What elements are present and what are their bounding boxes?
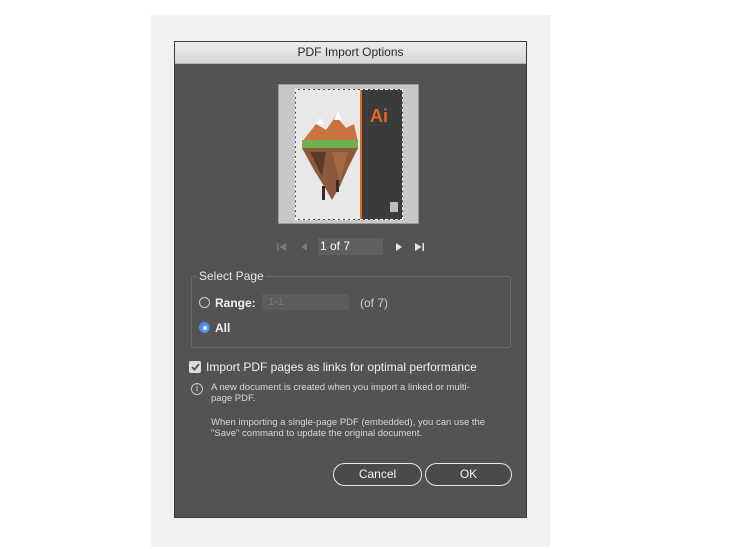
info-text-line4: "Save" command to update the original do… [211,428,423,439]
range-of-label: (of 7) [360,296,389,310]
preview-artwork: Ai [296,90,402,219]
last-page-icon [415,243,424,251]
info-text-line3: When importing a single-page PDF (embedd… [211,417,486,428]
first-page-icon [277,243,286,251]
info-text-line1: A new document is created when you impor… [211,382,470,393]
import-links-checkbox[interactable] [189,361,201,373]
pdf-import-dialog: PDF Import Options Ai 1 of 7 Select Page… [175,42,526,517]
dialog-titlebar: PDF Import Options [175,42,526,64]
range-radio[interactable] [199,297,210,308]
previous-page-icon [301,243,307,251]
preview-ai-logo: Ai [370,106,388,126]
preview-page-thumbnail: Ai [295,89,403,220]
import-links-label: Import PDF pages as links for optimal pe… [206,360,477,374]
next-page-icon [396,243,402,251]
dialog-title: PDF Import Options [297,45,404,59]
checkmark-icon [190,363,200,371]
page-number-field[interactable]: 1 of 7 [318,238,383,255]
first-page-button[interactable] [275,238,289,256]
info-text-line2: page PDF. [211,393,256,404]
ok-button[interactable]: OK [425,463,512,486]
range-input[interactable]: 1-1 [262,294,349,310]
all-radio[interactable] [199,322,210,333]
next-page-button[interactable] [392,238,406,256]
last-page-button[interactable] [412,238,426,256]
page-preview: Ai [278,84,419,224]
cancel-button[interactable]: Cancel [333,463,422,486]
info-icon: i [191,383,203,395]
select-page-legend: Select Page [197,269,266,283]
previous-page-button[interactable] [297,238,311,256]
page-navigation: 1 of 7 [275,238,435,256]
select-page-group [191,276,511,348]
all-label: All [215,321,231,335]
range-label: Range: [215,296,256,310]
